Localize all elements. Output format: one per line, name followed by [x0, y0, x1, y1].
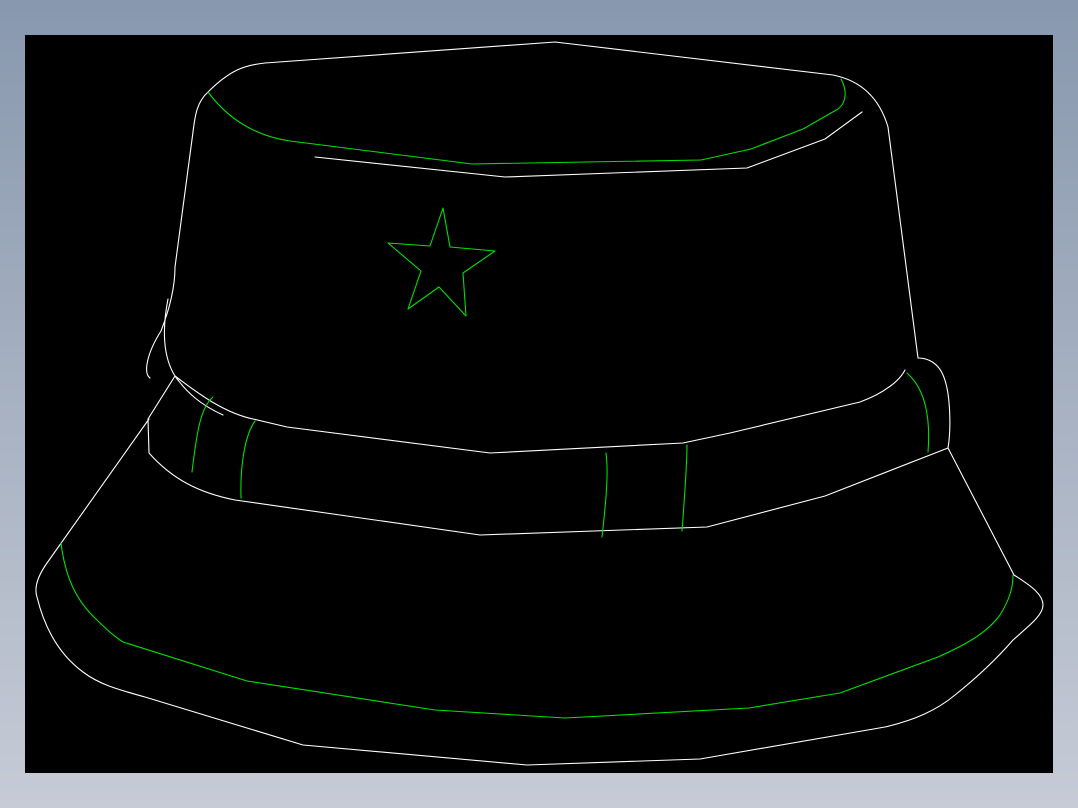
- hat-band-bottom-edge: [147, 375, 949, 536]
- crown-top-brim-line: [314, 111, 863, 178]
- hat-crown-outline: [146, 41, 951, 449]
- band-loops: [191, 372, 930, 538]
- brim-stitch-line: [60, 542, 1014, 719]
- viewer-background: [0, 0, 1078, 808]
- hat-brim-outline: [35, 418, 1044, 766]
- star-emblem: [387, 207, 496, 317]
- hat-band-top-edge: [174, 369, 906, 454]
- drawing-canvas[interactable]: [25, 35, 1053, 773]
- bucket-hat-drawing: [35, 41, 1044, 766]
- crown-top-seam: [207, 78, 846, 165]
